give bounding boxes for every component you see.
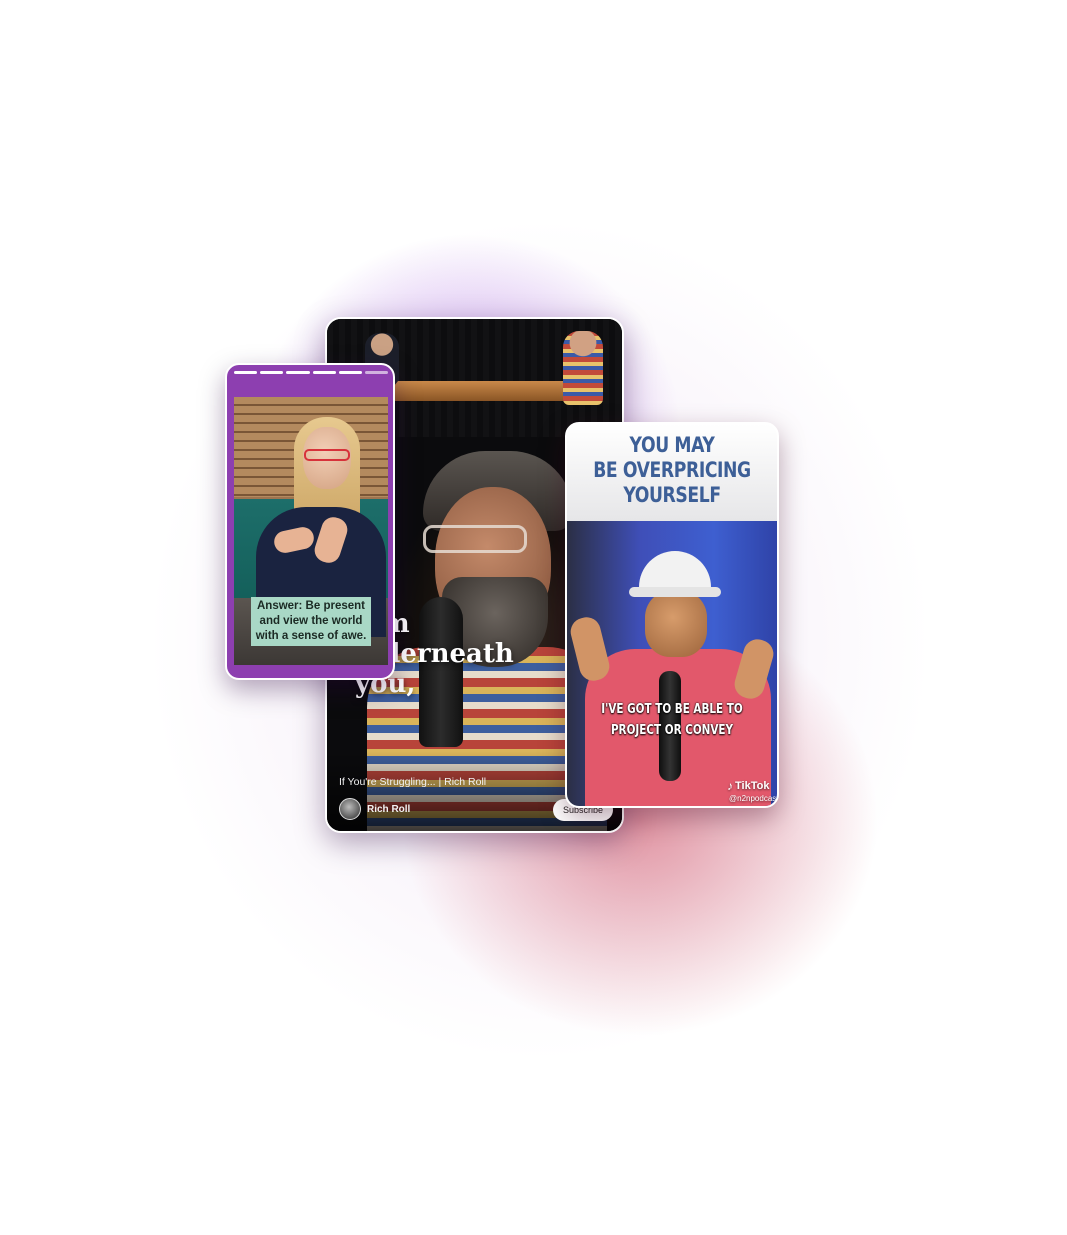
caption-line: PROJECT OR CONVEY — [610, 723, 734, 738]
video-title[interactable]: If You're Struggling... | Rich Roll — [339, 776, 486, 788]
caption-line: I'VE GOT TO BE ABLE TO — [601, 702, 743, 717]
speaker-video-frame: I'VE GOT TO BE ABLE TO PROJECT OR CONVEY… — [567, 521, 777, 806]
cap-visor — [629, 587, 721, 597]
tiktok-icon: ♪ — [727, 779, 733, 793]
tiktok-video-card[interactable]: YOU MAY BE OVERPRICING YOURSELF I'VE GOT… — [565, 422, 779, 808]
progress-segment — [364, 371, 389, 374]
presenter-glasses — [304, 449, 350, 461]
speech-caption: I'VE GOT TO BE ABLE TO PROJECT OR CONVEY — [567, 699, 777, 741]
answer-caption: Answer: Be present and view the world wi… — [251, 597, 371, 646]
host-glasses — [423, 525, 527, 553]
tiktok-watermark: ♪ TikTok — [727, 779, 769, 793]
overpricing-headline: YOU MAY BE OVERPRICING YOURSELF — [567, 424, 777, 521]
speaker-hand — [567, 614, 613, 684]
progress-segment — [234, 371, 258, 374]
progress-segment — [260, 371, 284, 374]
headline-line: BE OVERPRICING — [593, 458, 751, 482]
progress-segment — [286, 371, 310, 374]
progress-segment — [338, 371, 362, 374]
creator-handle: @n2npodcast — [729, 794, 777, 803]
studio-table — [382, 381, 582, 401]
channel-avatar[interactable] — [339, 798, 361, 820]
speaker-face — [645, 591, 707, 657]
headline-line: YOU MAY — [629, 433, 715, 457]
sign-language-story-card[interactable]: Answer: Be present and view the world wi… — [225, 363, 395, 680]
progress-segment — [312, 371, 336, 374]
channel-name[interactable]: Rich Roll — [367, 804, 410, 815]
story-progress-bar — [234, 371, 389, 374]
headline-line: YOURSELF — [623, 483, 721, 507]
tiktok-label: TikTok — [735, 780, 770, 792]
host-figure-small — [563, 331, 603, 405]
